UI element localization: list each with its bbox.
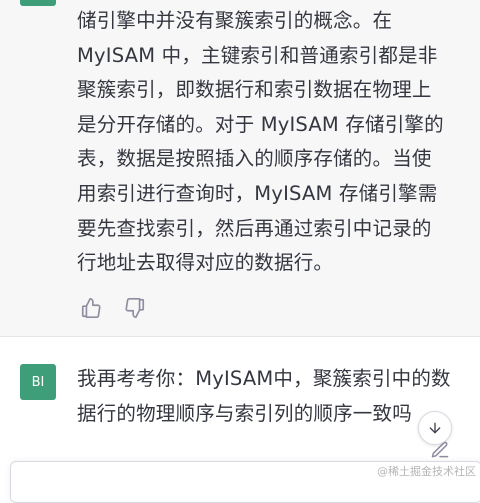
assistant-answer: 储引擎中并没有聚簇索引的概念。在 MyISAM 中，主键索引和普通索引都是非 聚…	[77, 4, 472, 281]
scroll-to-bottom-button[interactable]	[418, 411, 452, 445]
watermark: @稀土掘金技术社区	[377, 465, 476, 478]
assistant-message: 储引擎中并没有聚簇索引的概念。在 MyISAM 中，主键索引和普通索引都是非 聚…	[0, 0, 480, 336]
arrow-down-icon	[429, 422, 441, 434]
answer-line: 聚簇索引，即数据行和索引数据在物理上	[77, 78, 432, 102]
answer-line: 是分开存储的。对于 MyISAM 存储引擎的	[77, 112, 444, 136]
thumbs-up-icon[interactable]	[80, 297, 102, 319]
message-divider	[0, 336, 480, 337]
answer-line: 用索引进行查询时，MyISAM 存储引擎需	[77, 181, 438, 205]
answer-line: 储引擎中并没有聚簇索引的概念。在	[77, 9, 393, 32]
answer-line: 要先查找索引，然后再通过索引中记录的	[77, 216, 432, 240]
answer-line: MyISAM 中，主键索引和普通索引都是非	[77, 43, 438, 67]
user-avatar: BI	[20, 364, 56, 400]
user-message-line: 据行的物理顺序与索引列的顺序一致吗	[77, 401, 412, 425]
answer-line: 行地址去取得对应的数据行。	[77, 251, 334, 275]
user-message-line: 我再考考你：MyISAM中，聚簇索引中的数	[77, 367, 451, 390]
user-message: 我再考考你：MyISAM中，聚簇索引中的数 据行的物理顺序与索引列的顺序一致吗	[77, 362, 472, 431]
thumbs-down-icon[interactable]	[124, 297, 146, 319]
answer-line: 表，数据是按照插入的顺序存储的。当使	[77, 147, 432, 171]
feedback-buttons	[80, 297, 146, 319]
assistant-avatar	[20, 0, 56, 6]
